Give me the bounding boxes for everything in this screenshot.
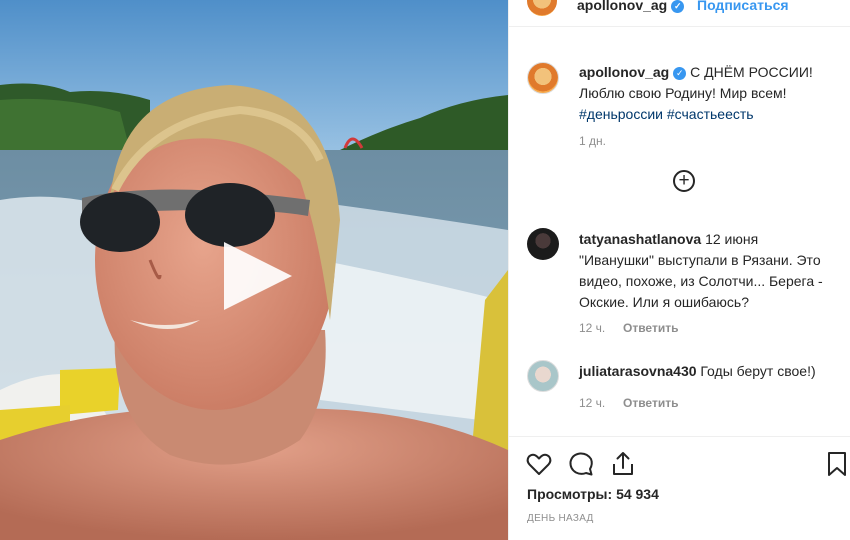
author-avatar[interactable]	[527, 0, 557, 16]
caption-avatar[interactable]	[527, 62, 559, 94]
hashtag-link[interactable]: #деньроссии	[579, 106, 663, 122]
comment-timestamp: 12 ч.	[579, 396, 606, 410]
views-label: Просмотры:	[527, 486, 613, 502]
comment: juliatarasovna430 Годы берут свое!)	[579, 361, 844, 382]
caption: apollonov_ag ✓ С ДНЁМ РОССИИ! Люблю свою …	[579, 62, 841, 125]
caption-username[interactable]: apollonov_ag	[579, 64, 669, 80]
caption-line1: С ДНЁМ РОССИИ!	[690, 64, 813, 80]
post-header: apollonov_ag ✓ Подписаться	[509, 0, 850, 27]
views-number: 54 934	[616, 486, 659, 502]
comment-timestamp: 12 ч.	[579, 321, 606, 335]
comment-line2: видео, похоже, из Солотчи... Берега -	[579, 273, 823, 289]
caption-timestamp: 1 дн.	[579, 134, 606, 148]
comment-text: Годы берут свое!)	[700, 363, 816, 379]
reply-button[interactable]: Ответить	[623, 321, 678, 335]
verified-icon: ✓	[673, 66, 687, 80]
save-icon[interactable]	[823, 450, 850, 478]
like-icon[interactable]	[525, 450, 553, 478]
verified-icon: ✓	[671, 0, 685, 13]
commenter-avatar[interactable]	[527, 228, 559, 260]
comment-line1: "Иванушки" выступали в Рязани. Это	[579, 252, 821, 268]
post-age: ДЕНЬ НАЗАД	[527, 513, 594, 524]
video-player[interactable]	[0, 0, 508, 540]
comment: tatyanashatlanova 12 июня "Иванушки" выс…	[579, 229, 844, 313]
comment-username[interactable]: tatyanashatlanova	[579, 231, 701, 247]
divider	[509, 436, 850, 437]
comment-username[interactable]: juliatarasovna430	[579, 363, 697, 379]
load-more-icon[interactable]: +	[673, 170, 695, 192]
comment-line3: Окские. Или я ошибаюсь?	[579, 294, 749, 310]
share-icon[interactable]	[609, 450, 637, 478]
commenter-avatar[interactable]	[527, 360, 559, 392]
play-icon[interactable]	[214, 238, 298, 314]
author-username[interactable]: apollonov_ag ✓	[577, 0, 685, 13]
post-panel: apollonov_ag ✓ Подписаться apollonov_ag ✓ …	[508, 0, 850, 540]
comment-icon[interactable]	[567, 450, 595, 478]
follow-button[interactable]: Подписаться	[697, 0, 789, 13]
hashtag-link[interactable]: #счастьеесть	[667, 106, 754, 122]
comment-date: 12 июня	[705, 231, 759, 247]
view-count: Просмотры: 54 934	[527, 486, 659, 502]
caption-line2: Люблю свою Родину! Мир всем!	[579, 85, 787, 101]
reply-button[interactable]: Ответить	[623, 396, 678, 410]
